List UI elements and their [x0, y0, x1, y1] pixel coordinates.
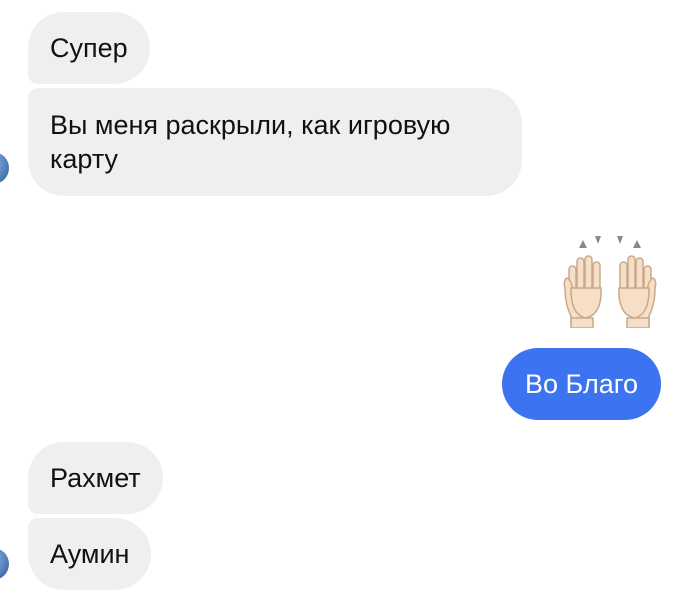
contact-avatar[interactable]: [0, 548, 9, 580]
contact-avatar[interactable]: [0, 152, 9, 184]
chat-thread: Супер Вы меня раскрыли, как игровую карт…: [0, 0, 674, 600]
raising-hands-emoji-icon[interactable]: [557, 232, 663, 329]
message-incoming[interactable]: Аумин: [28, 518, 152, 590]
message-incoming[interactable]: Вы меня раскрыли, как игровую карту: [28, 88, 522, 196]
message-incoming[interactable]: Рахмет: [28, 442, 163, 514]
raising-hands-icon: [563, 236, 657, 329]
message-incoming[interactable]: Супер: [28, 12, 150, 84]
message-outgoing[interactable]: Во Благо: [502, 348, 661, 420]
